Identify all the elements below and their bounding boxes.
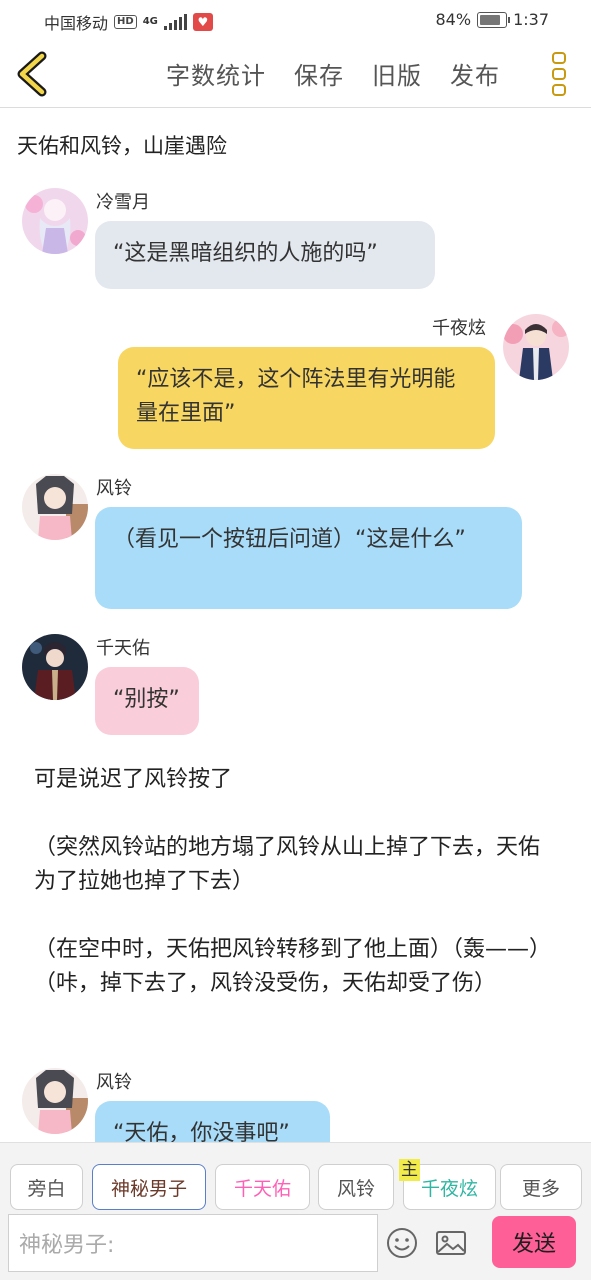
main-character-tag: 主 bbox=[399, 1159, 420, 1181]
character-chip-fengling[interactable]: 风铃 bbox=[318, 1164, 394, 1210]
chat-bubble[interactable]: “这是黑暗组织的人施的吗” bbox=[95, 221, 435, 289]
battery-percent: 84% bbox=[435, 10, 472, 29]
image-button[interactable] bbox=[434, 1226, 468, 1260]
avatar-lengxueyue[interactable] bbox=[22, 188, 88, 254]
character-chip-qiantianyou[interactable]: 千天佑 bbox=[215, 1164, 310, 1210]
editor-toolbar: 字数统计 保存 旧版 发布 bbox=[0, 40, 591, 108]
save-button[interactable]: 保存 bbox=[294, 56, 344, 91]
narration-text[interactable]: 可是说迟了风铃按了 （突然风铃站的地方塌了风铃从山上掉了下去，天佑为了拉她也掉了… bbox=[34, 763, 554, 1001]
dot-icon bbox=[552, 68, 566, 80]
status-bar: 中国移动 HD 4G ♥ 84% 1:37 bbox=[0, 0, 591, 40]
back-button[interactable] bbox=[14, 50, 54, 98]
dot-icon bbox=[552, 84, 566, 96]
image-icon bbox=[436, 1231, 466, 1255]
avatar-fengling[interactable] bbox=[22, 474, 88, 540]
speaker-name: 冷雪月 bbox=[96, 192, 150, 213]
speaker-name: 千天佑 bbox=[96, 638, 150, 659]
avatar-fengling[interactable] bbox=[22, 1068, 88, 1134]
old-version-button[interactable]: 旧版 bbox=[372, 56, 422, 91]
character-chip-narrator[interactable]: 旁白 bbox=[10, 1164, 83, 1210]
character-chip-label: 千夜炫 bbox=[420, 1177, 478, 1200]
character-portrait-icon bbox=[22, 1068, 88, 1134]
character-selector: 旁白 神秘男子 千天佑 风铃 主 千夜炫 更多 bbox=[0, 1142, 591, 1210]
character-portrait-icon bbox=[22, 634, 88, 700]
character-chip-mystery-man[interactable]: 神秘男子 bbox=[92, 1164, 206, 1210]
character-portrait-icon bbox=[22, 188, 88, 254]
toolbar-actions: 字数统计 保存 旧版 发布 bbox=[166, 56, 500, 91]
smiley-icon bbox=[387, 1228, 417, 1258]
chat-bubble[interactable]: “别按” bbox=[95, 667, 199, 735]
publish-button[interactable]: 发布 bbox=[450, 56, 500, 91]
input-bar: 神秘男子: 发送 bbox=[0, 1210, 591, 1280]
send-button[interactable]: 发送 bbox=[492, 1216, 576, 1268]
carrier-label: 中国移动 bbox=[44, 14, 109, 33]
more-characters-button[interactable]: 更多 bbox=[500, 1164, 582, 1210]
chevron-left-icon bbox=[17, 51, 47, 97]
character-portrait-icon bbox=[22, 474, 88, 540]
network-type-label: 4G bbox=[142, 16, 158, 27]
avatar-qiantianyou[interactable] bbox=[22, 634, 88, 700]
status-right: 84% 1:37 bbox=[436, 10, 550, 29]
speaker-name: 风铃 bbox=[96, 478, 132, 499]
message-input[interactable]: 神秘男子: bbox=[8, 1214, 378, 1272]
status-left: 中国移动 HD 4G ♥ bbox=[44, 10, 213, 34]
vertical-dots-icon bbox=[552, 52, 566, 64]
avatar-qianyexuan[interactable] bbox=[503, 314, 569, 380]
story-title[interactable]: 天佑和风铃，山崖遇险 bbox=[17, 130, 227, 160]
word-count-button[interactable]: 字数统计 bbox=[166, 56, 266, 91]
hd-badge: HD bbox=[114, 15, 137, 29]
chat-bubble[interactable]: “应该不是，这个阵法里有光明能量在里面” bbox=[118, 347, 495, 449]
signal-icon bbox=[163, 14, 187, 30]
character-portrait-icon bbox=[503, 314, 569, 380]
speaker-name: 风铃 bbox=[96, 1072, 132, 1093]
clock: 1:37 bbox=[513, 10, 549, 29]
heart-app-icon: ♥ bbox=[192, 13, 213, 31]
speaker-name: 千夜炫 bbox=[432, 318, 486, 339]
character-chip-qianyexuan[interactable]: 主 千夜炫 bbox=[399, 1159, 496, 1210]
chat-bubble[interactable]: （看见一个按钮后问道）“这是什么” bbox=[95, 507, 522, 609]
emoji-button[interactable] bbox=[385, 1226, 419, 1260]
battery-icon bbox=[477, 11, 511, 28]
more-menu-button[interactable] bbox=[549, 50, 569, 98]
